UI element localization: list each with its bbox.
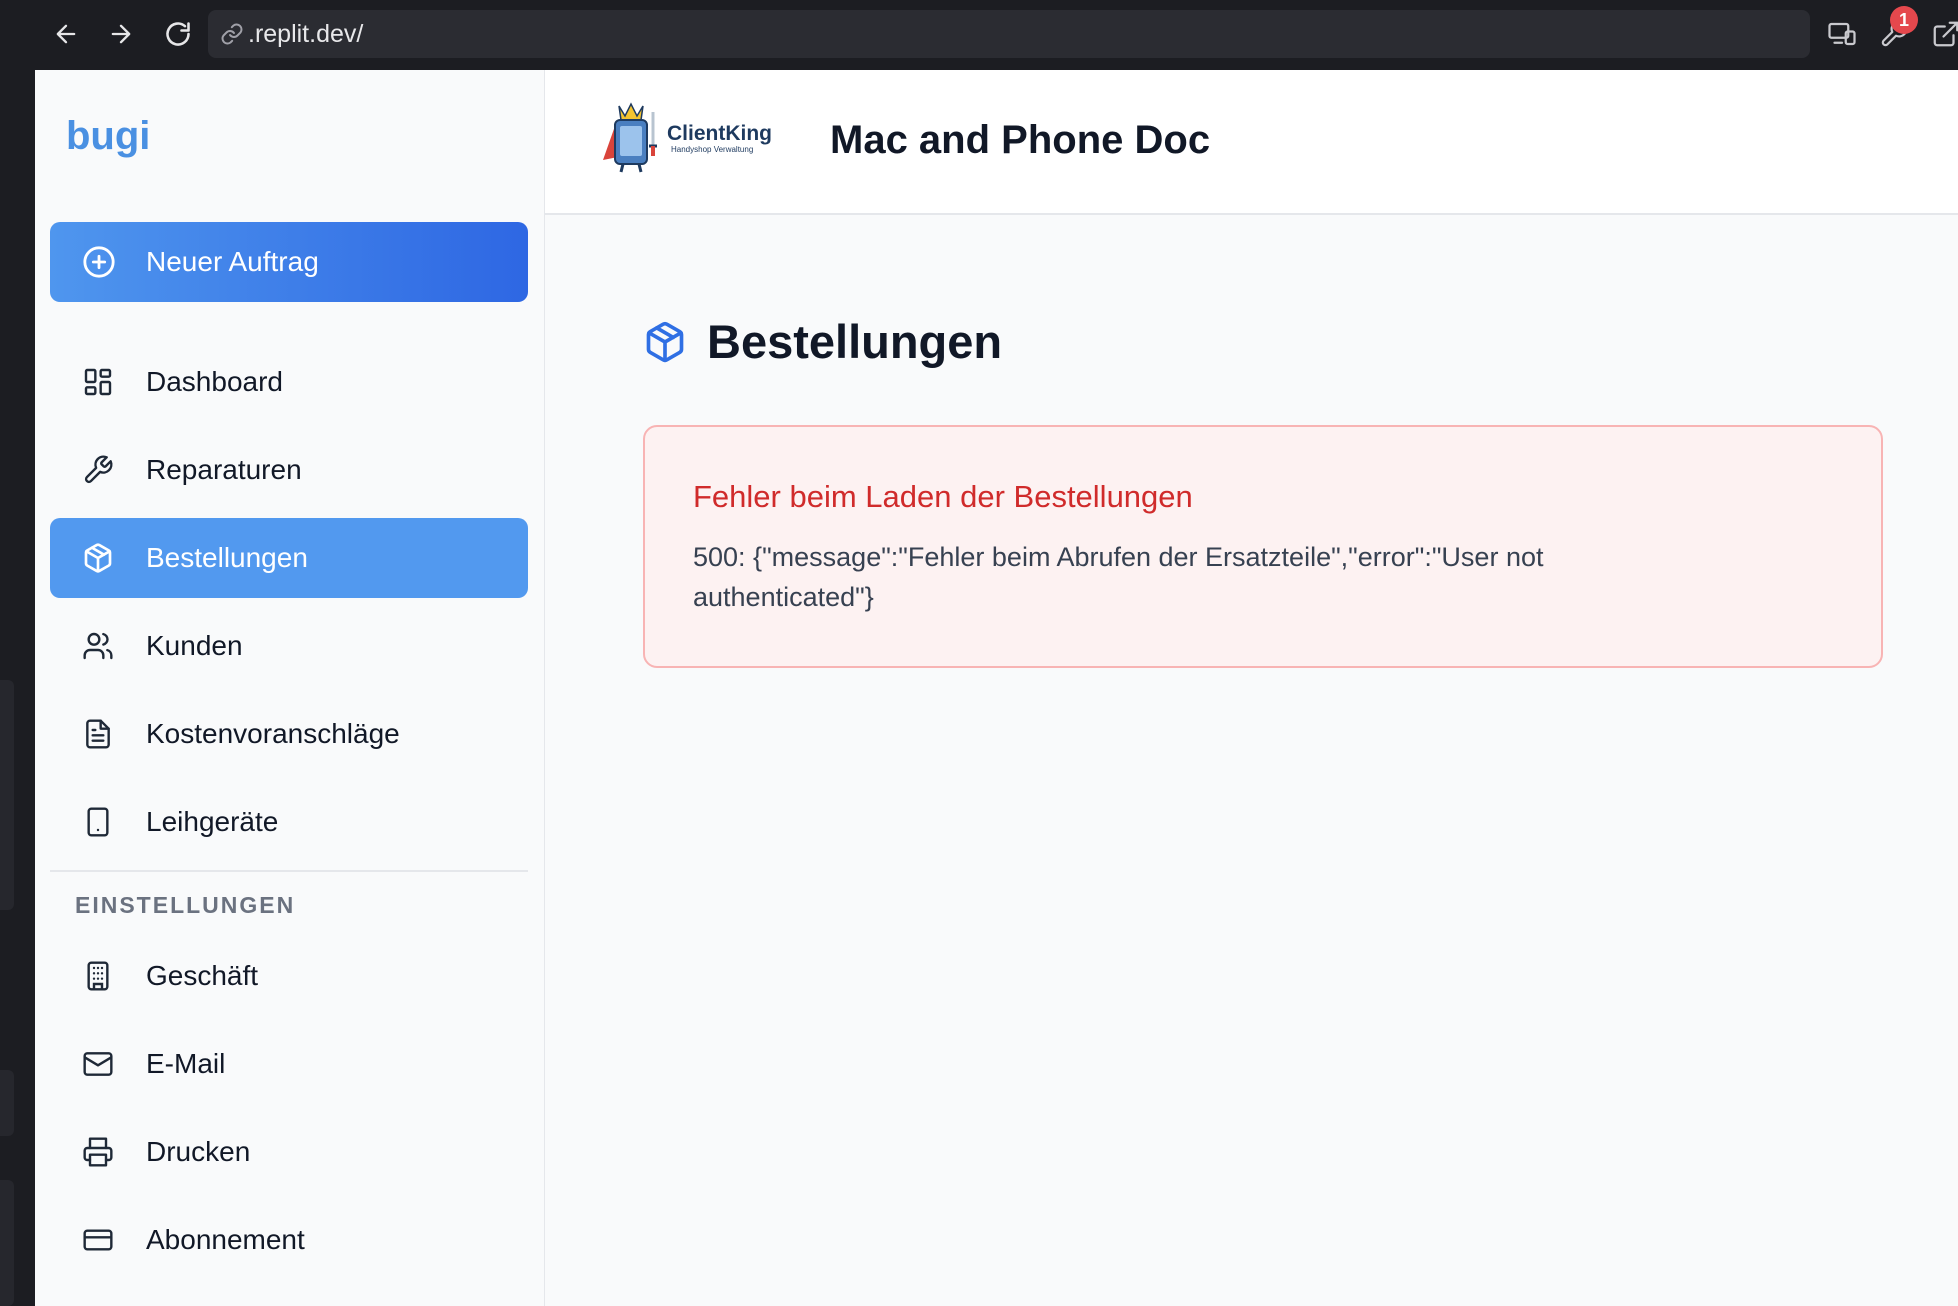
- reload-button[interactable]: [158, 14, 198, 54]
- sidebar-item-label: Kunden: [146, 630, 243, 661]
- gutter-panel: [0, 680, 14, 910]
- new-order-label: Neuer Auftrag: [146, 246, 319, 277]
- gutter-panel: [0, 1180, 14, 1306]
- sidebar-item-orders[interactable]: Bestellungen: [50, 518, 528, 598]
- mail-icon: [83, 1052, 113, 1076]
- logo-text: ClientKing: [667, 122, 772, 145]
- error-message: 500: {"message":"Fehler beim Abrufen der…: [693, 542, 1544, 612]
- gutter-panel: [0, 1070, 14, 1136]
- sidebar-item-label: Abonnement: [146, 1224, 305, 1255]
- forward-button[interactable]: [101, 14, 141, 54]
- sidebar-item-business[interactable]: Geschäft: [50, 936, 528, 1016]
- notification-badge: 1: [1890, 6, 1918, 34]
- sidebar-item-label: Reparaturen: [146, 454, 302, 485]
- sidebar-item-repairs[interactable]: Reparaturen: [50, 430, 528, 510]
- left-gutter: [0, 0, 35, 1306]
- sidebar: bugi Neuer Auftrag Dashboard Reparaturen…: [35, 70, 545, 1306]
- tablet-icon: [87, 807, 109, 837]
- sidebar-item-label: Leihgeräte: [146, 806, 279, 837]
- sidebar-item-email[interactable]: E-Mail: [50, 1024, 528, 1104]
- url-text: .replit.dev/: [248, 19, 364, 48]
- sidebar-divider: [50, 870, 528, 872]
- sidebar-item-subscription[interactable]: Abonnement: [50, 1200, 528, 1280]
- users-icon: [83, 632, 113, 660]
- sidebar-item-label: Geschäft: [146, 960, 259, 991]
- browser-toolbar: .replit.dev/ 1: [0, 0, 1958, 70]
- package-icon: [646, 321, 684, 362]
- clientking-logo[interactable]: ClientKing Handyshop Verwaltung: [595, 100, 775, 176]
- sidebar-item-loan-devices[interactable]: Leihgeräte: [50, 782, 528, 862]
- sidebar-item-estimates[interactable]: Kostenvoranschläge: [50, 694, 528, 774]
- package-icon: [84, 543, 112, 573]
- error-alert: Fehler beim Laden der Bestellungen 500: …: [643, 425, 1883, 668]
- reload-icon: [166, 22, 190, 46]
- building-icon: [87, 961, 109, 991]
- sidebar-item-label: Kostenvoranschläge: [146, 718, 400, 749]
- settings-section-label: EINSTELLUNGEN: [75, 892, 296, 918]
- arrow-left-icon: [56, 24, 76, 44]
- credit-card-icon: [83, 1229, 113, 1251]
- logo-subtext: Handyshop Verwaltung: [671, 145, 753, 154]
- page-title-text: Bestellungen: [707, 315, 1003, 368]
- wrench-icon: [84, 455, 113, 484]
- url-bar[interactable]: .replit.dev/: [208, 10, 1810, 58]
- printer-icon: [83, 1137, 113, 1167]
- arrow-right-icon: [111, 24, 131, 44]
- error-title: Fehler beim Laden der Bestellungen: [693, 479, 1193, 514]
- brand-logo[interactable]: bugi: [66, 114, 150, 159]
- devices-button[interactable]: [1822, 14, 1862, 54]
- main-content: ClientKing Handyshop Verwaltung Mac and …: [545, 70, 1958, 1306]
- plus-circle-icon: [83, 246, 115, 278]
- sidebar-item-label: Dashboard: [146, 366, 283, 397]
- back-button[interactable]: [46, 14, 86, 54]
- sidebar-item-label: E-Mail: [146, 1048, 226, 1079]
- page-title: Bestellungen: [643, 314, 1002, 369]
- link-icon: [221, 23, 243, 45]
- shop-name: Mac and Phone Doc: [830, 118, 1211, 162]
- sidebar-item-label: Drucken: [146, 1136, 251, 1167]
- sidebar-item-print[interactable]: Drucken: [50, 1112, 528, 1192]
- app-header: ClientKing Handyshop Verwaltung Mac and …: [545, 70, 1958, 215]
- external-link-icon: [1933, 21, 1958, 47]
- sidebar-item-dashboard[interactable]: Dashboard: [50, 342, 528, 422]
- dashboard-icon: [84, 368, 112, 396]
- devices-icon: [1828, 22, 1856, 46]
- new-order-button[interactable]: Neuer Auftrag: [50, 222, 528, 302]
- sidebar-item-customers[interactable]: Kunden: [50, 606, 528, 686]
- open-external-button[interactable]: [1926, 14, 1958, 54]
- file-text-icon: [86, 719, 110, 749]
- sidebar-item-label: Bestellungen: [146, 542, 308, 573]
